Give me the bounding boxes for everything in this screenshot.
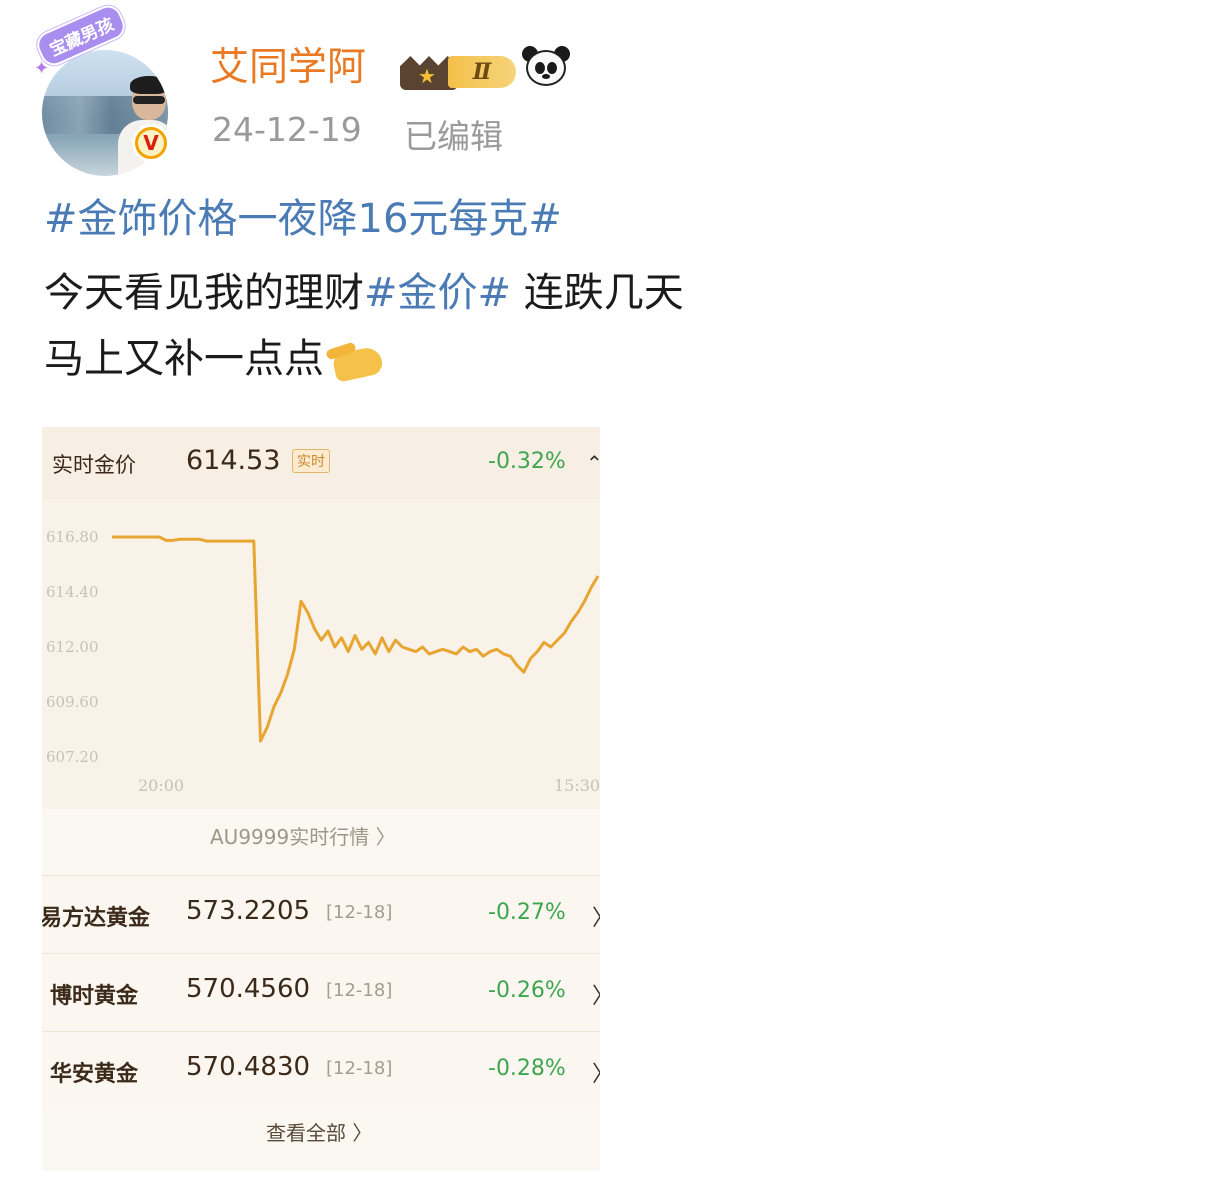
edited-label[interactable]: 已编辑 — [404, 110, 503, 158]
realtime-price-header: 实时金价 614.53 实时 -0.32% ⌃ — [42, 427, 600, 499]
sparkle-icon: ✦ — [34, 58, 50, 79]
fund-change: -0.26% — [488, 978, 566, 1003]
post-text: 今天看见我的理财 — [44, 270, 364, 316]
chart-svg: 616.80 614.40 612.00 609.60 607.20 20:00 15:30 — [46, 528, 600, 795]
fund-date: [12-18] — [326, 902, 393, 923]
fund-row: 华安黄金 570.4830 [12-18] -0.28% 〉 — [42, 1031, 600, 1109]
y-tick-label: 607.20 — [46, 748, 99, 766]
chevron-right-icon: 〉 — [592, 1056, 600, 1088]
collapse-chevron-icon: ⌃ — [586, 451, 600, 475]
gold-price-screenshot[interactable]: 实时金价 614.53 实时 -0.32% ⌃ 616.80 614.40 612.… — [42, 427, 600, 1171]
au9999-market-link: AU9999实时行情 〉 — [210, 825, 396, 849]
realtime-price-change: -0.32% — [488, 449, 566, 474]
fund-value: 570.4560 — [186, 974, 311, 1004]
user-avatar[interactable]: 宝藏男孩 ✦ V — [32, 1, 172, 176]
post-text-line-3: 马上又补一点点 — [44, 332, 390, 386]
fund-change: -0.28% — [488, 1056, 566, 1081]
realtime-tag: 实时 — [292, 449, 330, 473]
chevron-right-icon: 〉 — [592, 978, 600, 1010]
x-tick-label: 15:30 — [554, 776, 600, 795]
fund-value: 573.2205 — [186, 896, 311, 926]
fund-date: [12-18] — [326, 1058, 393, 1079]
fund-row: 博时黄金 570.4560 [12-18] -0.26% 〉 — [42, 953, 600, 1031]
post-date: 24-12-19 — [212, 110, 362, 149]
pinching-hand-icon — [324, 338, 390, 384]
fund-name: 博时黄金 — [50, 984, 139, 1009]
post-text-line-2: 今天看见我的理财#金价# 连跌几天 — [44, 266, 684, 320]
y-tick-label: 614.40 — [46, 583, 99, 601]
verified-icon: V — [132, 124, 170, 162]
fund-row: 易方达黄金 573.2205 [12-18] -0.27% 〉 — [42, 875, 600, 953]
post-text: 马上又补一点点 — [44, 336, 324, 382]
fund-name: 华安黄金 — [50, 1062, 139, 1087]
realtime-price-label: 实时金价 — [52, 453, 136, 477]
username[interactable]: 艾同学阿 — [210, 44, 366, 92]
y-tick-label: 616.80 — [46, 528, 99, 546]
chevron-right-icon: 〉 — [592, 900, 600, 932]
star-icon: ★ — [418, 64, 436, 88]
fund-date: [12-18] — [326, 980, 393, 1001]
fund-value: 570.4830 — [186, 1052, 311, 1082]
gold-price-line — [112, 535, 600, 743]
x-tick-label: 20:00 — [138, 776, 184, 795]
view-all-link: 查看全部 〉 — [266, 1121, 373, 1145]
fund-name: 易方达黄金 — [42, 906, 151, 931]
y-tick-label: 612.00 — [46, 638, 99, 656]
topic-link-gold-jewelry[interactable]: #金饰价格一夜降16元每克# — [44, 192, 562, 246]
post-text: 连跌几天 — [511, 270, 684, 316]
panda-icon[interactable] — [522, 44, 570, 88]
topic-link-gold-price[interactable]: #金价# — [364, 270, 511, 316]
realtime-price-value: 614.53 — [186, 445, 281, 476]
fund-change: -0.27% — [488, 900, 566, 925]
y-tick-label: 609.60 — [46, 693, 99, 711]
membership-crown-icon[interactable]: ★ Ⅱ — [400, 46, 516, 90]
membership-level: Ⅱ — [448, 56, 516, 88]
gold-price-chart: 616.80 614.40 612.00 609.60 607.20 20:00 15:30 — [42, 499, 600, 809]
